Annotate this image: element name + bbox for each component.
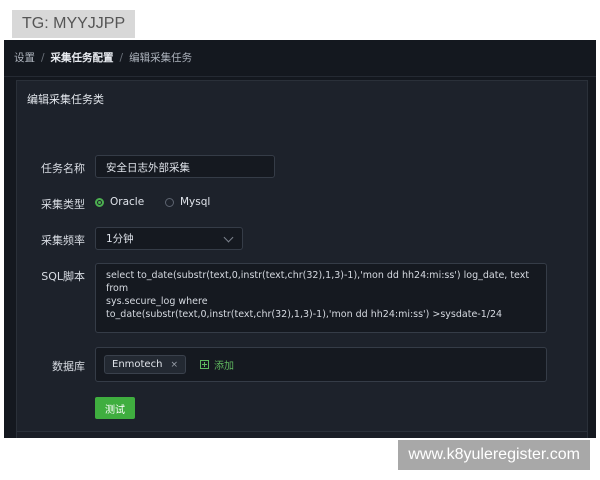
radio-mysql[interactable]: Mysql bbox=[165, 196, 210, 208]
frequency-label: 采集频率 bbox=[41, 234, 85, 247]
plus-square-icon bbox=[199, 360, 209, 369]
task-name-label: 任务名称 bbox=[41, 162, 85, 175]
panel-title: 编辑采集任务类 bbox=[27, 93, 104, 106]
app-window: 设置 / 采集任务配置 / 编辑采集任务 编辑采集任务类 任务名称 安全日志外部… bbox=[4, 40, 596, 438]
watermark-top: TG: MYYJJPP bbox=[12, 10, 136, 38]
sql-label: SQL脚本 bbox=[41, 270, 85, 283]
breadcrumb-settings[interactable]: 设置 bbox=[14, 50, 35, 65]
add-database-label: 添加 bbox=[213, 361, 234, 372]
close-icon[interactable]: × bbox=[170, 360, 178, 370]
watermark-bottom: www.k8yuleregister.com bbox=[398, 440, 590, 470]
frequency-select[interactable]: 1分钟 bbox=[95, 227, 243, 250]
sql-textarea[interactable]: select to_date(substr(text,0,instr(text,… bbox=[95, 263, 547, 333]
breadcrumb-separator: / bbox=[41, 51, 45, 64]
database-tag: Enmotech × bbox=[104, 355, 186, 374]
breadcrumb-collection-config[interactable]: 采集任务配置 bbox=[51, 50, 114, 65]
breadcrumb: 设置 / 采集任务配置 / 编辑采集任务 bbox=[14, 50, 192, 65]
radio-checked-icon bbox=[95, 197, 104, 207]
radio-oracle[interactable]: Oracle bbox=[95, 196, 144, 208]
edit-task-panel: 编辑采集任务类 任务名称 安全日志外部采集 采集类型 Oracle Mysql … bbox=[16, 80, 588, 438]
test-button[interactable]: 测试 bbox=[95, 397, 135, 419]
add-database-button[interactable]: 添加 bbox=[199, 357, 234, 372]
breadcrumb-current: 编辑采集任务 bbox=[129, 52, 193, 64]
header-divider bbox=[4, 76, 596, 77]
database-tag-label: Enmotech bbox=[112, 359, 163, 370]
database-label: 数据库 bbox=[52, 360, 85, 373]
collect-type-label: 采集类型 bbox=[41, 198, 85, 211]
chevron-down-icon bbox=[223, 232, 234, 242]
breadcrumb-separator: / bbox=[119, 51, 124, 64]
radio-mysql-label: Mysql bbox=[180, 196, 211, 208]
form-footer bbox=[17, 431, 587, 438]
database-field[interactable]: Enmotech × 添加 bbox=[95, 347, 547, 382]
radio-oracle-label: Oracle bbox=[110, 196, 145, 208]
frequency-value: 1分钟 bbox=[106, 233, 134, 245]
radio-unchecked-icon bbox=[165, 197, 174, 207]
task-name-input[interactable]: 安全日志外部采集 bbox=[95, 155, 275, 178]
